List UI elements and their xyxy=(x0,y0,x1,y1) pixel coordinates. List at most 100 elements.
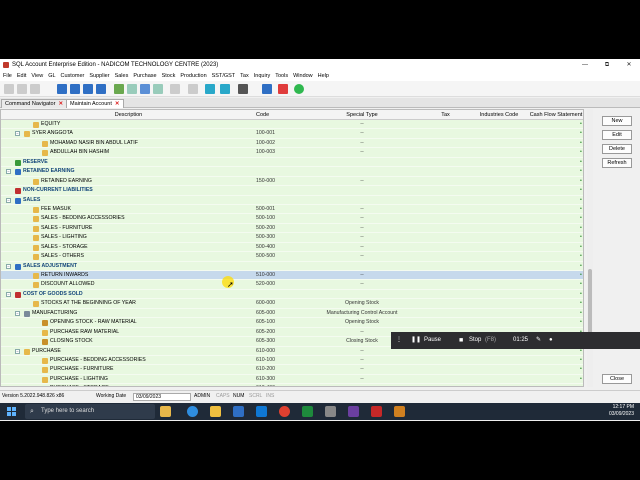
stop-button[interactable]: Stop xyxy=(469,332,481,349)
table-row[interactable]: SALES - OTHERS 500-500 -- • xyxy=(1,252,583,262)
table-row[interactable]: − SALES ADJUSTMENT • xyxy=(1,261,583,271)
file-explorer-icon[interactable] xyxy=(210,406,221,417)
menu-sst-gst[interactable]: SST/GST xyxy=(212,71,236,81)
screen-recorder-icon[interactable] xyxy=(348,406,359,417)
menu-customer[interactable]: Customer xyxy=(61,71,85,81)
pause-button[interactable]: Pause xyxy=(424,332,441,349)
table-row[interactable]: SALES - STORAGE 500-400 -- • xyxy=(1,242,583,253)
collapse-toggle-icon[interactable]: − xyxy=(6,197,11,203)
disk-icon[interactable] xyxy=(170,84,180,94)
draw-icon[interactable]: ✎ xyxy=(536,332,541,349)
taskbar-app-icon[interactable] xyxy=(160,406,171,417)
whatsapp-icon[interactable] xyxy=(294,84,304,94)
tab-maintain-account[interactable]: Maintain Account ✕ xyxy=(66,99,124,108)
close-button[interactable]: Close xyxy=(602,374,632,384)
menu-purchase[interactable]: Purchase xyxy=(133,71,156,81)
collapse-toggle-icon[interactable]: − xyxy=(15,348,20,354)
search-icon[interactable] xyxy=(205,84,215,94)
tab-command-navigator[interactable]: Command Navigator ✕ xyxy=(1,99,68,108)
menu-tools[interactable]: Tools xyxy=(275,71,288,81)
table-row[interactable]: − MANUFACTURING 605-000 Manufacturing Contr… xyxy=(1,308,583,319)
settings-icon[interactable] xyxy=(325,406,336,417)
table-row[interactable]: SALES - FURNITURE 500-200 -- • xyxy=(1,223,583,234)
column-header-cash-flow-statement[interactable]: Cash Flow Statement xyxy=(528,110,583,120)
printer-icon[interactable] xyxy=(238,84,248,94)
collapse-toggle-icon[interactable]: − xyxy=(6,263,11,269)
sql-account-icon[interactable] xyxy=(371,406,382,417)
table-row[interactable]: NON-CURRENT LIABILITIES • xyxy=(1,186,583,196)
table-row[interactable]: SALES - LIGHTING 500-300 -- • xyxy=(1,233,583,243)
edge-icon[interactable] xyxy=(187,406,198,417)
tab-close-icon[interactable]: ✕ xyxy=(58,101,63,107)
delete-button[interactable]: Delete xyxy=(602,144,632,154)
table-row[interactable]: MOHAMAD NASIR BIN ABDUL LATIF 100-002 -- • xyxy=(1,138,583,149)
collapse-toggle-icon[interactable]: − xyxy=(15,310,20,316)
menu-gl[interactable]: GL xyxy=(48,71,55,81)
prior-record-icon[interactable] xyxy=(70,84,80,94)
menu-view[interactable]: View xyxy=(31,71,43,81)
tab-close-icon[interactable]: ✕ xyxy=(115,101,120,107)
system-clock[interactable]: 12:17 PM 03/09/2023 xyxy=(609,404,634,418)
menu-supplier[interactable]: Supplier xyxy=(89,71,109,81)
new-document-icon[interactable] xyxy=(114,84,124,94)
close-window-button[interactable]: ✕ xyxy=(618,59,640,71)
table-row[interactable]: STOCKS AT THE BEGINNING OF YEAR 600-000 Op… xyxy=(1,299,583,309)
menu-window[interactable]: Window xyxy=(293,71,313,81)
menu-inquiry[interactable]: Inquiry xyxy=(254,71,271,81)
stop-icon[interactable]: ■ xyxy=(459,332,463,349)
table-row[interactable]: FEE MASUK 500-001 -- • xyxy=(1,204,583,215)
collapse-toggle-icon[interactable]: − xyxy=(6,169,11,175)
column-header-code[interactable]: Code xyxy=(256,110,301,120)
column-header-special-type[interactable]: Special Type xyxy=(301,110,423,120)
mic-icon[interactable]: ● xyxy=(549,332,553,349)
mail-icon[interactable] xyxy=(256,406,267,417)
taskbar-app-icon[interactable] xyxy=(394,406,405,417)
minimize-button[interactable]: — xyxy=(574,59,596,71)
column-header-industries-code[interactable]: Industries Code xyxy=(468,110,530,120)
table-row[interactable]: RESERVE • xyxy=(1,157,583,168)
restore-button[interactable]: ⧉ xyxy=(596,59,618,71)
print-preview-icon[interactable] xyxy=(153,84,163,94)
youtube-icon[interactable] xyxy=(278,84,288,94)
refresh-button[interactable]: Refresh xyxy=(602,158,632,168)
refresh-icon[interactable] xyxy=(220,84,230,94)
menu-edit[interactable]: Edit xyxy=(17,71,26,81)
table-row[interactable]: PURCHASE - STORAGE 610-400 -- • xyxy=(1,384,583,386)
open-icon[interactable] xyxy=(140,84,150,94)
table-row[interactable]: SALES - BEDDING ACCESSORIES 500-100 -- • xyxy=(1,214,583,224)
first-record-icon[interactable] xyxy=(57,84,67,94)
paste-icon[interactable] xyxy=(30,84,40,94)
cancel-icon[interactable] xyxy=(188,84,198,94)
store-icon[interactable] xyxy=(233,406,244,417)
menu-tax[interactable]: Tax xyxy=(240,71,249,81)
menu-file[interactable]: File xyxy=(3,71,12,81)
collapse-toggle-icon[interactable]: − xyxy=(15,131,20,137)
menu-stock[interactable]: Stock xyxy=(162,71,176,81)
pause-icon[interactable]: ❚❚ xyxy=(411,332,421,349)
column-header-tax[interactable]: Tax xyxy=(423,110,468,120)
menu-sales[interactable]: Sales xyxy=(115,71,129,81)
new-button[interactable]: New xyxy=(602,116,632,126)
working-date-field[interactable]: 03/09/2023 xyxy=(133,393,191,401)
windows-start-icon[interactable] xyxy=(7,407,16,416)
excel-icon[interactable] xyxy=(302,406,313,417)
table-row[interactable]: − COST OF GOODS SOLD • xyxy=(1,289,583,300)
chrome-icon[interactable] xyxy=(279,406,290,417)
edit-button[interactable]: Edit xyxy=(602,130,632,140)
scrollbar-thumb[interactable] xyxy=(588,269,592,339)
table-row[interactable]: PURCHASE - BEDDING ACCESSORIES 610-100 -- • xyxy=(1,355,583,366)
table-row[interactable]: RETURN INWARDS 510-000 -- • xyxy=(1,271,583,281)
menu-help[interactable]: Help xyxy=(318,71,329,81)
cut-icon[interactable] xyxy=(4,84,14,94)
table-row[interactable]: PURCHASE - LIGHTING 610-300 -- • xyxy=(1,374,583,385)
table-row[interactable]: DISCOUNT ALLOWED 520-000 -- • xyxy=(1,280,583,290)
calculator-icon[interactable] xyxy=(262,84,272,94)
table-row[interactable]: ABDULLAH BIN HASHIM 100-003 -- • xyxy=(1,148,583,158)
table-row[interactable]: − SYER ANGGOTA 100-001 -- • xyxy=(1,129,583,139)
table-row[interactable]: RETAINED EARNING 150-000 -- • xyxy=(1,176,583,187)
collapse-toggle-icon[interactable]: − xyxy=(6,291,11,297)
column-header-description[interactable]: Description xyxy=(1,110,256,120)
copy-icon[interactable] xyxy=(17,84,27,94)
recorder-menu-icon[interactable]: ⋮ xyxy=(396,332,402,349)
last-record-icon[interactable] xyxy=(96,84,106,94)
